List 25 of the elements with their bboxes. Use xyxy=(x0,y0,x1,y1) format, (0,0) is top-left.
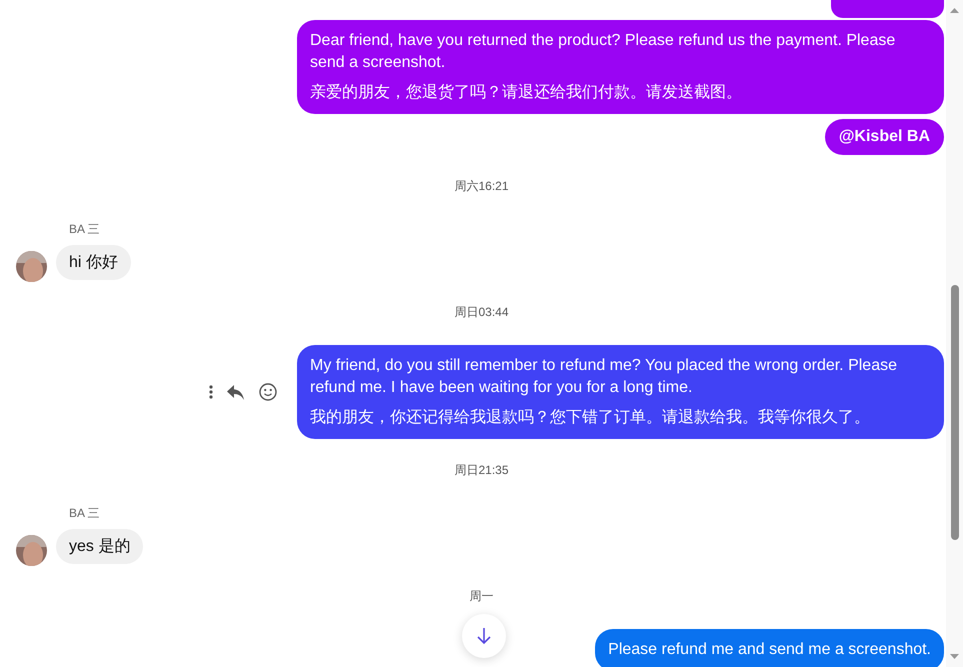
message-text: Please refund me and send me a screenshot. xyxy=(608,640,931,660)
timestamp: 周六16:21 xyxy=(454,179,509,193)
scroll-down-icon[interactable] xyxy=(950,654,959,659)
sender-name: BA 三 xyxy=(69,221,101,237)
arrow-down-icon xyxy=(477,627,491,645)
smiley-icon[interactable] xyxy=(259,383,277,401)
message-text: Dear friend, have you returned the product? Please refund us the payment. Please send a screenshot. xyxy=(310,31,896,73)
message-text: My friend, do you still remember to refund me? You placed the wrong order. Please refund me. I have been waiting for you for a long time. xyxy=(310,356,898,398)
scrollbar[interactable] xyxy=(946,0,963,667)
reply-icon[interactable] xyxy=(227,384,245,400)
scroll-up-icon[interactable] xyxy=(950,8,959,13)
message-text: 我的朋友，你还记得给我退款吗？您下错了订单。请退款给我。我等你很久了。 xyxy=(310,408,871,428)
message-text: 亲爱的朋友，您退货了吗？请退还给我们付款。请发送截图。 xyxy=(310,82,743,103)
mention-tag[interactable]: @Kisbel BA xyxy=(824,119,944,155)
sender-name: BA 三 xyxy=(69,505,101,521)
timestamp: 周一 xyxy=(470,589,494,603)
avatar xyxy=(16,251,47,282)
timestamp: 周日03:44 xyxy=(454,305,509,319)
message-text: hi 你好 xyxy=(69,254,118,271)
scrollbar-thumb[interactable] xyxy=(951,285,959,540)
scroll-down-button[interactable] xyxy=(462,614,506,658)
message-text: yes 是的 xyxy=(69,538,130,555)
more-icon[interactable] xyxy=(209,385,213,399)
timestamp: 周日21:35 xyxy=(454,463,509,477)
avatar xyxy=(16,535,47,566)
